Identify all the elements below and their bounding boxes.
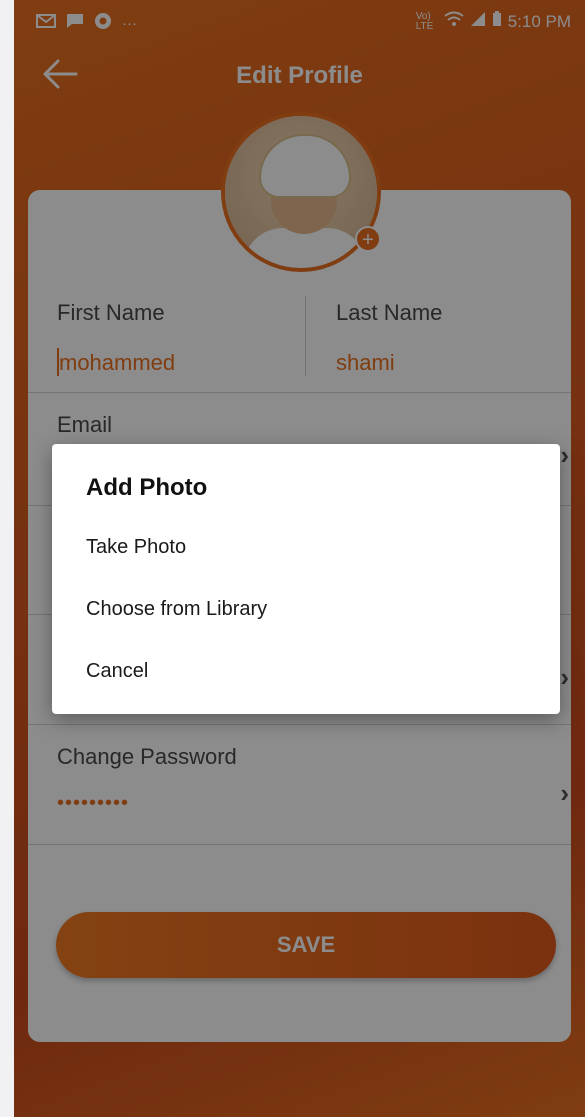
add-photo-dialog: Add Photo Take Photo Choose from Library… (52, 444, 560, 714)
dialog-title: Add Photo (86, 474, 208, 501)
cancel-option[interactable]: Cancel (86, 660, 148, 683)
take-photo-option[interactable]: Take Photo (86, 536, 186, 559)
screen: ··· Vo) LTE 5:10 PM Edit Profile + First… (14, 0, 585, 1117)
choose-from-library-option[interactable]: Choose from Library (86, 598, 267, 621)
